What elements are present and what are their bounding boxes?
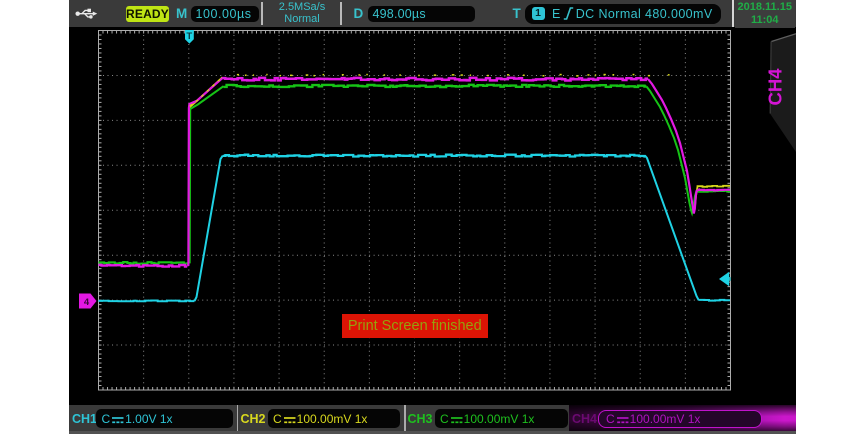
svg-text:T: T: [186, 31, 192, 42]
svg-text:4: 4: [84, 297, 90, 308]
